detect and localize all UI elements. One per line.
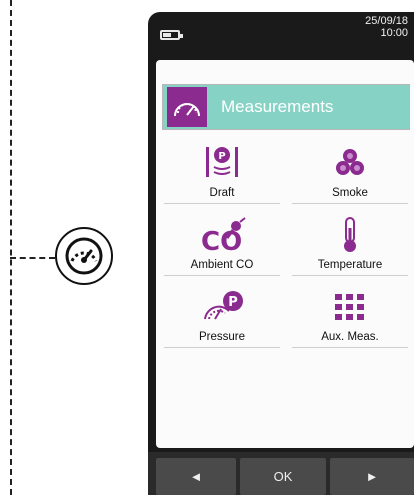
menu-item-ambient-co[interactable]: CO Ambient CO: [164, 212, 280, 276]
menu-item-aux-meas[interactable]: Aux. Meas.: [292, 284, 408, 348]
dashed-connector-horizontal: [10, 257, 55, 259]
menu-item-label: Draft: [164, 185, 280, 204]
bottom-nav: ◄ OK ►: [148, 452, 414, 495]
menu-item-label: Ambient CO: [164, 257, 280, 276]
status-date: 25/09/18: [365, 15, 408, 27]
page-title: Measurements: [221, 97, 334, 116]
svg-text:CO: CO: [201, 227, 242, 254]
ok-button[interactable]: OK: [240, 458, 326, 495]
gauge-icon: [167, 87, 207, 127]
datetime: 25/09/18 10:00: [365, 15, 408, 39]
svg-text:P: P: [218, 151, 225, 162]
gauge-badge-icon: [55, 227, 113, 285]
menu-item-label: Smoke: [292, 185, 408, 204]
menu-item-temperature[interactable]: Temperature: [292, 212, 408, 276]
menu-item-smoke[interactable]: Smoke: [292, 140, 408, 204]
prev-button[interactable]: ◄: [156, 458, 236, 495]
thermometer-icon: [292, 216, 408, 254]
battery-icon: [160, 30, 183, 40]
analyzer-device: 25/09/18 10:00 Measurements P Draft Smok…: [148, 12, 414, 495]
next-button[interactable]: ►: [330, 458, 414, 495]
pressure-icon: P: [164, 288, 280, 326]
svg-text:P: P: [228, 295, 238, 310]
menu-item-pressure[interactable]: P Pressure: [164, 284, 280, 348]
smoke-icon: [292, 144, 408, 182]
co-icon: CO: [164, 216, 280, 254]
menu-item-label: Temperature: [292, 257, 408, 276]
status-bar: 25/09/18 10:00: [148, 12, 414, 56]
screen: Measurements P Draft Smoke CO Ambient CO…: [156, 60, 414, 448]
menu-item-label: Pressure: [164, 329, 280, 348]
grid-icon: [292, 288, 408, 326]
status-time: 10:00: [380, 27, 408, 39]
menu-item-label: Aux. Meas.: [292, 329, 408, 348]
draft-icon: P: [164, 144, 280, 182]
dashed-connector-vertical: [10, 0, 12, 495]
header-bar: Measurements: [162, 84, 410, 130]
menu-item-draft[interactable]: P Draft: [164, 140, 280, 204]
